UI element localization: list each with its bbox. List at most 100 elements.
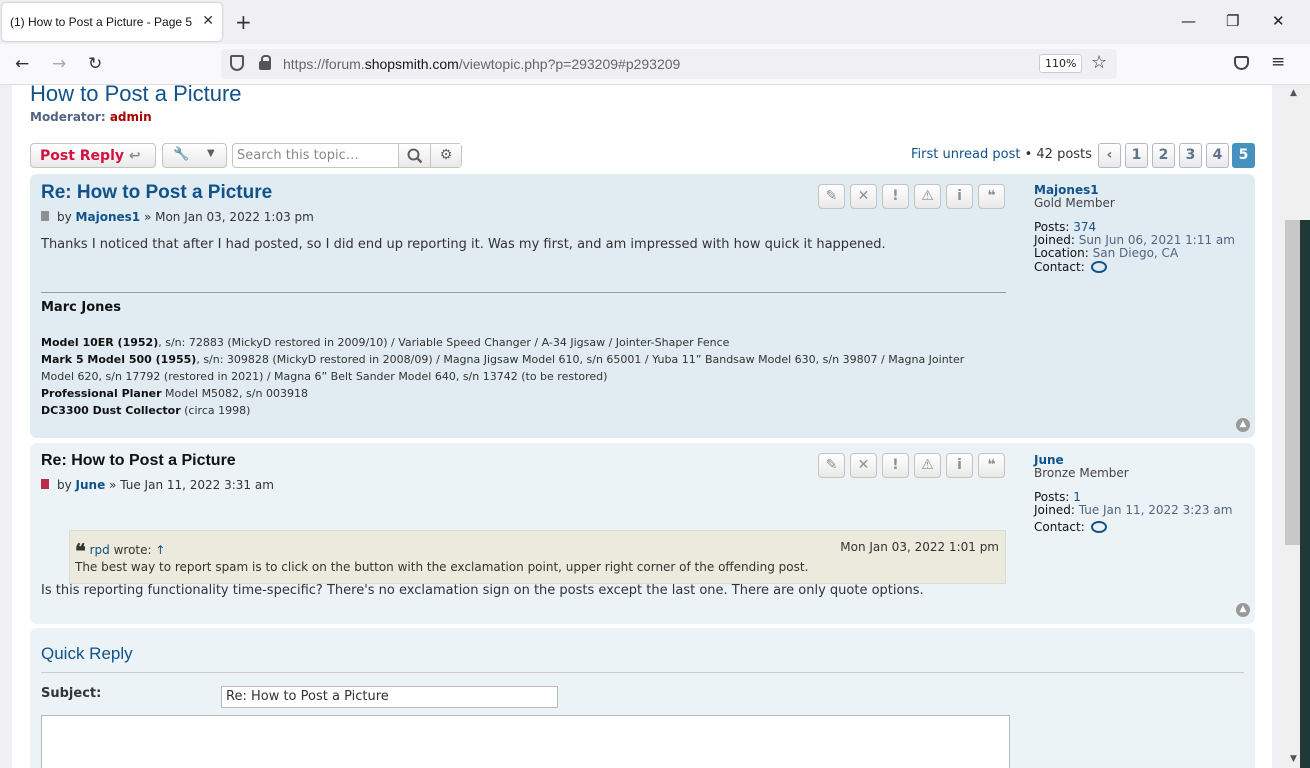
bookmark-star-icon[interactable]: ☆ [1091,52,1107,73]
reply-arrow-icon: ↩ [128,148,141,164]
post-title[interactable]: Re: How to Post a Picture [41,452,236,470]
navigation-bar: ← → ↻ https://forum.shopsmith.com/viewto… [0,44,1310,85]
signature-line: Professional Planer Model M5082, s/n 003… [41,387,308,400]
first-unread-link[interactable]: First unread post [911,147,1020,162]
post-body: Thanks I noticed that after I had posted… [41,237,886,252]
search-input[interactable]: Search this topic… [237,148,359,163]
back-to-top-icon[interactable]: ▲ [1236,418,1250,432]
forward-icon[interactable]: → [52,54,66,74]
post-file-icon[interactable] [41,479,49,489]
scroll-down-arrow-icon[interactable]: ▼ [1290,754,1297,764]
quick-reply-title: Quick Reply [41,644,133,663]
author-profile: June Bronze Member Posts: 1 Joined: Tue … [1034,453,1233,534]
message-textarea[interactable] [41,715,1010,768]
quote-text: The best way to report spam is to click … [75,560,809,574]
profile-rank: Gold Member [1034,196,1115,210]
post-file-icon[interactable] [41,211,49,221]
signature-name: Marc Jones [41,300,121,315]
tracking-shield-icon[interactable] [230,55,244,71]
page-1-button[interactable]: 1 [1125,143,1148,168]
scroll-up-arrow-icon[interactable]: ▲ [1290,88,1297,98]
quote-icon[interactable]: ❝ [978,453,1005,478]
warn-triangle-icon[interactable]: ⚠ [914,453,941,478]
delete-x-icon[interactable]: ✕ [850,453,877,478]
warn-triangle-icon[interactable]: ⚠ [914,184,941,209]
restore-icon[interactable]: ❐ [1226,12,1239,30]
topic-tools-button[interactable]: 🔧 ▼ [162,143,227,168]
previous-page-button[interactable]: ‹ [1098,143,1121,168]
signature-line: Mark 5 Model 500 (1955), s/n: 309828 (Mi… [41,353,965,366]
quote-block: ❝ rpd wrote: ↑ Mon Jan 03, 2022 1:01 pm … [69,530,1006,584]
author-link[interactable]: June [76,478,106,492]
close-window-icon[interactable]: ✕ [1272,12,1285,30]
profile-posts-link[interactable]: 1 [1073,490,1081,504]
close-tab-icon[interactable]: ✕ [202,13,214,29]
advanced-search-gear-icon[interactable]: ⚙ [430,144,461,167]
post-actions: ✎ ✕ ! ⚠ i ❝ [818,184,1005,209]
background-window-edge [1300,220,1310,768]
zoom-level[interactable]: 110% [1039,54,1083,73]
minimize-icon[interactable]: — [1181,12,1196,30]
author-link[interactable]: Majones1 [76,210,141,224]
post-title[interactable]: Re: How to Post a Picture [41,182,272,204]
search-topic-box: Search this topic… ⚙ [232,143,462,168]
page-2-button[interactable]: 2 [1152,143,1175,168]
search-icon [407,148,423,164]
profile-rank: Bronze Member [1034,466,1129,480]
page-3-button[interactable]: 3 [1179,143,1202,168]
contact-chat-icon[interactable] [1090,521,1107,533]
post-majones1: Re: How to Post a Picture by Majones1 » … [30,174,1255,438]
quick-reply-panel: Quick Reply Subject: Re: How to Post a P… [30,628,1255,768]
profile-posts-link[interactable]: 374 [1073,220,1096,234]
pocket-icon[interactable] [1234,56,1249,70]
subject-label: Subject: [41,686,102,701]
quick-reply-divider [41,672,1244,673]
subject-input[interactable]: Re: How to Post a Picture [221,686,558,708]
quote-source-arrow[interactable]: ↑ [155,543,165,557]
page-4-button[interactable]: 4 [1206,143,1229,168]
post-byline: by June » Tue Jan 11, 2022 3:31 am [41,478,274,492]
signature-line: Model 10ER (1952), s/n: 72883 (MickyD re… [41,336,730,349]
pagination-info: First unread post • 42 posts [911,147,1092,162]
signature-line: Model 620, s/n 17792 (restored in 2021) … [41,370,608,383]
chevron-down-icon: ▼ [207,148,215,159]
reload-icon[interactable]: ↻ [88,54,102,74]
address-bar[interactable]: https://forum.shopsmith.com/viewtopic.ph… [221,49,1117,79]
back-icon[interactable]: ← [15,54,29,74]
info-icon[interactable]: i [946,453,973,478]
report-exclamation-icon[interactable]: ! [882,184,909,209]
url-text[interactable]: https://forum.shopsmith.com/viewtopic.ph… [283,56,680,72]
post-actions: ✎ ✕ ! ⚠ i ❝ [818,453,1005,478]
lock-icon[interactable] [259,55,271,70]
search-button[interactable] [398,144,430,167]
chevron-left-icon: ‹ [1106,147,1113,163]
signature-divider [41,292,1006,293]
contact-chat-icon[interactable] [1090,261,1107,273]
quote-date: Mon Jan 03, 2022 1:01 pm [840,540,999,554]
back-to-top-icon[interactable]: ▲ [1236,603,1250,617]
new-tab-icon[interactable]: + [235,10,252,34]
scrollbar-thumb[interactable] [1285,220,1300,545]
delete-x-icon[interactable]: ✕ [850,184,877,209]
edit-pencil-icon[interactable]: ✎ [818,453,845,478]
tab-title: (1) How to Post a Picture - Page 5 - [10,15,196,29]
browser-tab[interactable]: (1) How to Post a Picture - Page 5 - ✕ [2,3,222,41]
post-reply-button[interactable]: Post Reply ↩ [30,143,156,168]
topic-title[interactable]: How to Post a Picture [30,85,242,107]
moderator-line: Moderator: admin [30,110,152,124]
page-5-current: 5 [1232,143,1255,168]
quote-icon[interactable]: ❝ [978,184,1005,209]
forum-page: How to Post a Picture Moderator: admin P… [12,85,1272,768]
post-byline: by Majones1 » Mon Jan 03, 2022 1:03 pm [41,210,314,224]
author-profile: Majones1 Gold Member Posts: 374 Joined: … [1034,183,1235,274]
moderator-link[interactable]: admin [110,110,152,124]
tab-strip: (1) How to Post a Picture - Page 5 - ✕ +… [0,0,1310,44]
menu-icon[interactable]: ≡ [1271,52,1285,72]
signature-line: DC3300 Dust Collector (circa 1998) [41,404,251,417]
edit-pencil-icon[interactable]: ✎ [818,184,845,209]
report-exclamation-icon[interactable]: ! [882,453,909,478]
quote-author-link[interactable]: rpd [90,543,110,557]
info-icon[interactable]: i [946,184,973,209]
wrench-icon: 🔧 [173,147,190,162]
post-body: Is this reporting functionality time-spe… [41,583,924,598]
